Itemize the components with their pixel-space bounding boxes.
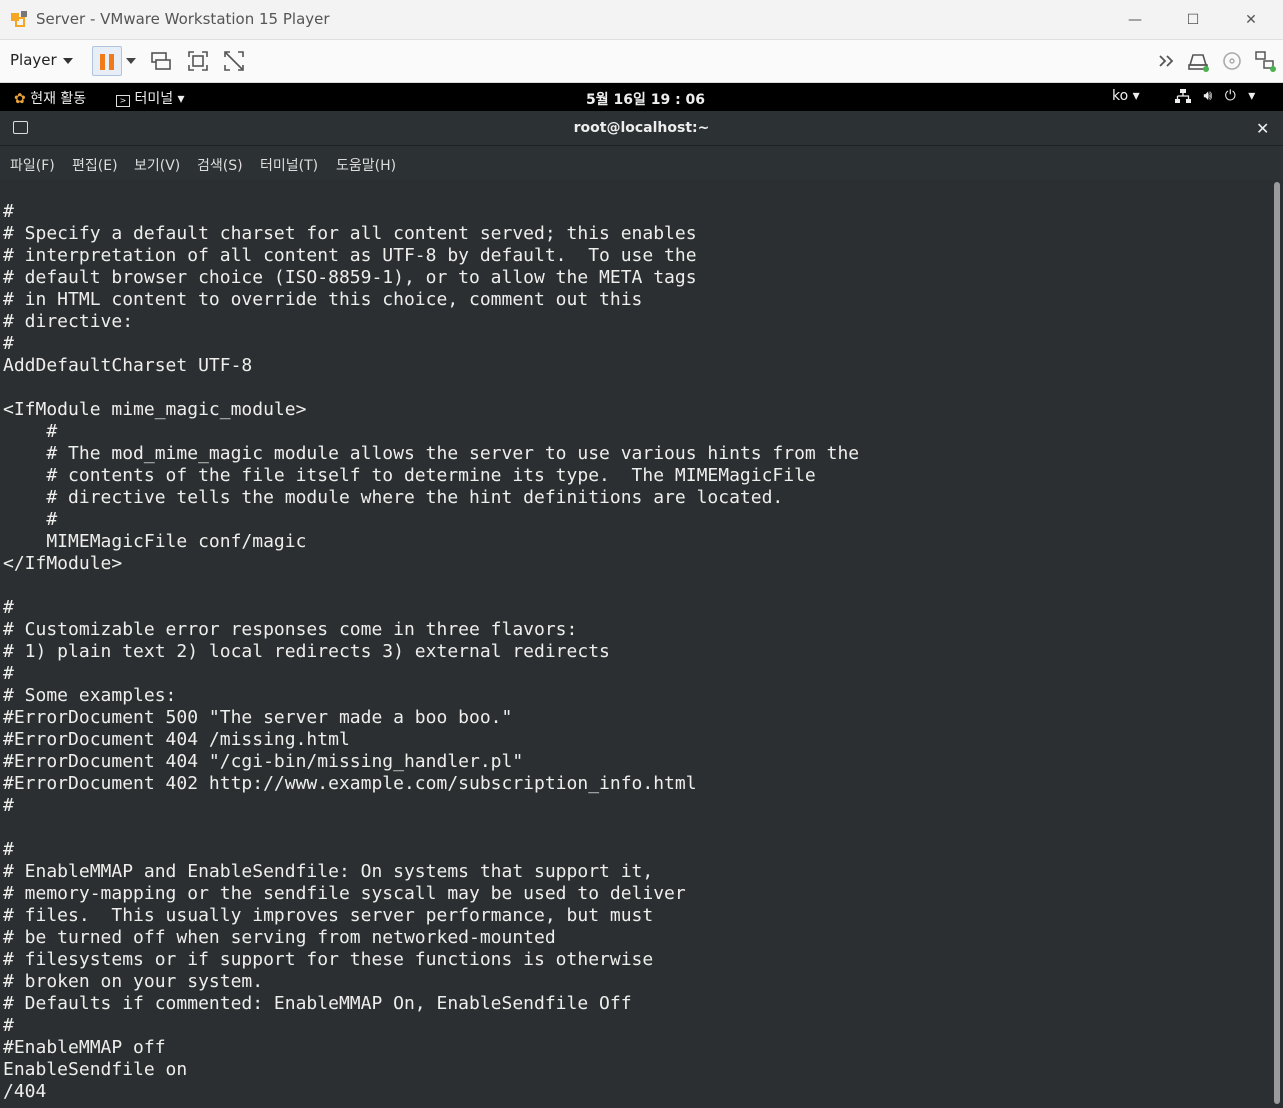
terminal-title: root@localhost:~ — [573, 120, 710, 136]
window-title: Server - VMware Workstation 15 Player — [36, 10, 330, 28]
terminal-line: # directive tells the module where the h… — [3, 487, 784, 508]
terminal-line: /404 — [3, 1081, 47, 1102]
menu-help[interactable]: 도움말(H) — [336, 155, 396, 175]
terminal-line: # — [3, 333, 14, 354]
terminal-line: # 1) plain text 2) local redirects 3) ex… — [3, 641, 610, 662]
terminal-line: # default browser choice (ISO-8859-1), o… — [3, 267, 697, 288]
terminal-line: #EnableMMAP off — [3, 1037, 166, 1058]
terminal-line: # be turned off when serving from networ… — [3, 927, 556, 948]
terminal-line: # Defaults if commented: EnableMMAP On, … — [3, 993, 632, 1014]
chevron-down-icon: ▾ — [177, 91, 185, 107]
terminal-app-icon: > — [116, 95, 130, 107]
terminal-line: MIMEMagicFile conf/magic — [3, 531, 307, 552]
maximize-icon: ☐ — [1186, 12, 1200, 28]
close-terminal-icon[interactable]: ✕ — [1256, 119, 1269, 138]
volume-icon: 🔊︎ — [1203, 88, 1213, 104]
terminal-line: #ErrorDocument 404 "/cgi-bin/missing_han… — [3, 751, 524, 772]
hard-disk-icon[interactable] — [1186, 49, 1210, 73]
terminal-line: # — [3, 1015, 14, 1036]
terminal-line: # broken on your system. — [3, 971, 264, 992]
terminal-line: # in HTML content to override this choic… — [3, 289, 643, 310]
terminal-line: #ErrorDocument 500 "The server made a bo… — [3, 707, 513, 728]
gnome-foot-icon: ✿ — [14, 91, 26, 107]
terminal-line: #ErrorDocument 402 http://www.example.co… — [3, 773, 697, 794]
vmware-title-bar: Server - VMware Workstation 15 Player — … — [0, 0, 1283, 40]
pause-icon — [100, 54, 105, 70]
terminal-line: # interpretation of all content as UTF-8… — [3, 245, 697, 266]
chevron-down-icon: ▾ — [1132, 88, 1140, 104]
scrollbar-thumb[interactable] — [1274, 182, 1280, 1104]
terminal-line: # The mod_mime_magic module allows the s… — [3, 443, 860, 464]
terminal-line: # EnableMMAP and EnableSendfile: On syst… — [3, 861, 654, 882]
terminal-line: # memory-mapping or the sendfile syscall… — [3, 883, 686, 904]
menu-view[interactable]: 보기(V) — [134, 155, 180, 175]
terminal-line: AddDefaultCharset UTF-8 — [3, 355, 253, 376]
terminal-menu-bar: 파일(F) 편집(E) 보기(V) 검색(S) 터미널(T) 도움말(H) — [0, 146, 1283, 180]
terminal-line: # — [3, 839, 14, 860]
terminal-line: # — [3, 421, 58, 442]
pause-button[interactable] — [92, 46, 122, 76]
app-menu-label: 터미널 — [134, 91, 174, 107]
system-menu-button[interactable]: 🔊︎ ⏻ ▾ — [1175, 88, 1255, 104]
app-menu-button[interactable]: > 터미널 ▾ — [116, 88, 185, 108]
minimize-icon: — — [1128, 12, 1142, 28]
terminal-line: # — [3, 201, 14, 222]
menu-search[interactable]: 검색(S) — [197, 155, 243, 175]
terminal-line: # — [3, 597, 14, 618]
terminal-line: # Some examples: — [3, 685, 177, 706]
player-menu-button[interactable]: Player — [10, 51, 57, 69]
vmware-logo-icon — [11, 11, 27, 27]
cd-icon[interactable] — [1220, 49, 1244, 73]
activities-button[interactable]: ✿ 현재 활동 — [14, 88, 86, 108]
input-language-button[interactable]: ko ▾ — [1112, 88, 1140, 104]
terminal-line: </IfModule> — [3, 553, 123, 574]
terminal-line: # — [3, 509, 58, 530]
pause-menu-chevron-icon[interactable] — [126, 58, 136, 64]
activities-label: 현재 활동 — [30, 91, 87, 107]
terminal-line: # — [3, 663, 14, 684]
send-ctrl-alt-del-icon[interactable] — [149, 49, 173, 73]
network-wired-icon — [1175, 89, 1191, 103]
close-icon: ✕ — [1245, 12, 1257, 28]
clock[interactable]: 5월 16일 19 : 06 — [586, 89, 705, 109]
chevron-down-icon[interactable] — [63, 58, 73, 64]
terminal-header-bar: root@localhost:~ ✕ — [0, 111, 1283, 146]
terminal-text: # # Specify a default charset for all con… — [3, 201, 859, 1103]
terminal-line: <IfModule mime_magic_module> — [3, 399, 307, 420]
unity-icon[interactable] — [222, 49, 246, 73]
terminal-line: # filesystems or if support for these fu… — [3, 949, 654, 970]
terminal-line: # directive: — [3, 311, 134, 332]
menu-edit[interactable]: 편집(E) — [72, 155, 118, 175]
terminal-line: # — [3, 795, 14, 816]
menu-file[interactable]: 파일(F) — [10, 155, 55, 175]
power-icon: ⏻ — [1224, 88, 1236, 104]
terminal-line: #ErrorDocument 404 /missing.html — [3, 729, 350, 750]
network-icon[interactable] — [1253, 49, 1277, 73]
gnome-top-bar: ✿ 현재 활동 > 터미널 ▾ 5월 16일 19 : 06 ko ▾ 🔊︎ ⏻… — [0, 83, 1283, 111]
terminal-line: # Specify a default charset for all cont… — [3, 223, 697, 244]
close-window-button[interactable]: ✕ — [1231, 6, 1271, 34]
vmware-toolbar: Player — [0, 40, 1283, 83]
full-screen-icon[interactable] — [186, 49, 210, 73]
terminal-output[interactable]: # # Specify a default charset for all con… — [0, 180, 1272, 1108]
maximize-button[interactable]: ☐ — [1173, 6, 1213, 34]
terminal-line: # contents of the file itself to determi… — [3, 465, 816, 486]
language-label: ko — [1112, 88, 1129, 104]
terminal-line: EnableSendfile on — [3, 1059, 188, 1080]
terminal-scrollbar[interactable] — [1272, 180, 1283, 1108]
terminal-line: # files. This usually improves server pe… — [3, 905, 654, 926]
menu-terminal[interactable]: 터미널(T) — [260, 155, 318, 175]
terminal-line: # Customizable error responses come in t… — [3, 619, 578, 640]
more-icon[interactable] — [1156, 49, 1180, 73]
chevron-down-icon: ▾ — [1248, 88, 1256, 104]
minimize-button[interactable]: — — [1115, 6, 1155, 34]
